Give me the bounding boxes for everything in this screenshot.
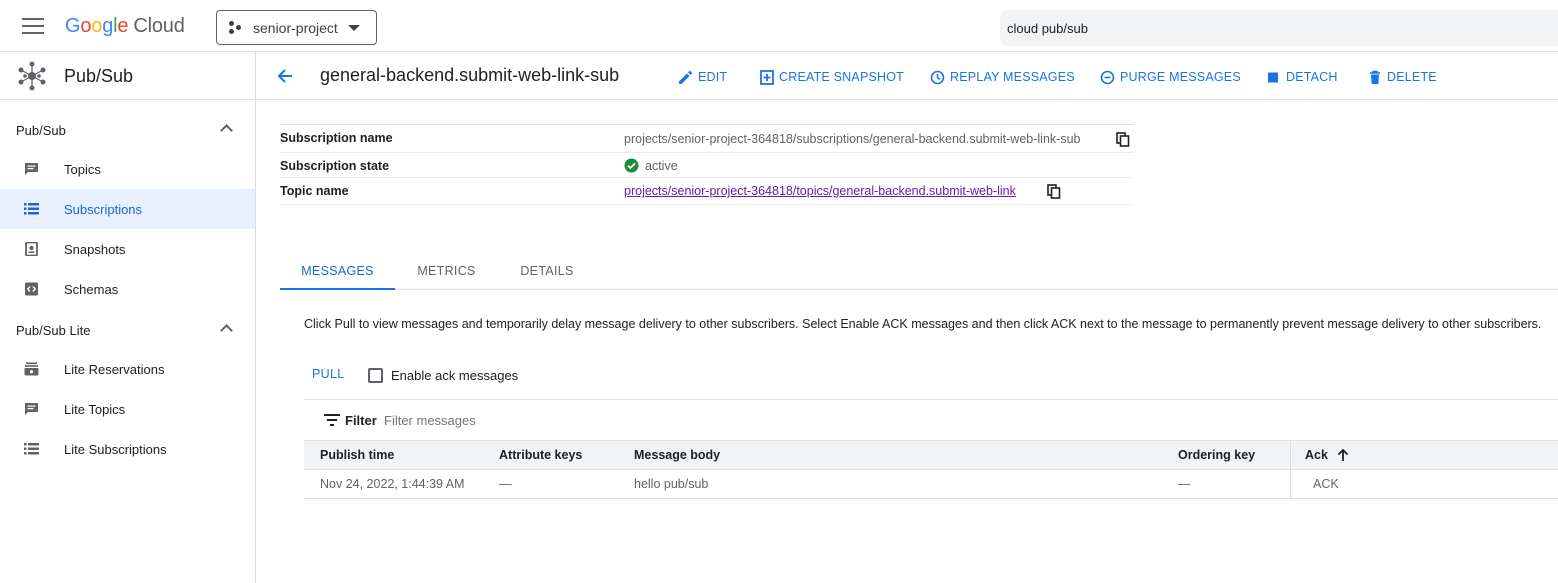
- column-ordering-key[interactable]: Ordering key: [1178, 441, 1255, 469]
- project-name: senior-project: [253, 19, 338, 36]
- project-picker[interactable]: senior-project: [216, 10, 377, 45]
- pubsub-logo-icon: [18, 61, 46, 91]
- filter-bar: Filter: [304, 399, 1558, 440]
- messages-table: Publish time Attribute keys Message body…: [304, 440, 1558, 499]
- ack-button[interactable]: ACK: [1313, 470, 1339, 498]
- sidebar-item-schemas[interactable]: Schemas: [0, 269, 255, 309]
- check-circle-icon: [624, 158, 639, 173]
- sidebar-item-lite-subscriptions[interactable]: Lite Subscriptions: [0, 429, 255, 469]
- ordering-key-cell: —: [1178, 477, 1191, 491]
- sort-arrow-up-icon: [1337, 448, 1349, 461]
- sidebar-item-label: Snapshots: [64, 241, 126, 257]
- topics-icon: [25, 163, 38, 175]
- subscription-name-value: projects/senior-project-364818/subscript…: [624, 132, 1081, 146]
- chevron-up-icon: [220, 124, 233, 137]
- add-snapshot-icon: [760, 69, 774, 85]
- pencil-icon: [679, 70, 693, 84]
- tab-details[interactable]: DETAILS: [498, 252, 596, 290]
- column-message-body[interactable]: Message body: [634, 441, 720, 469]
- enable-ack-label: Enable ack messages: [391, 368, 519, 383]
- search-box[interactable]: [1000, 10, 1558, 46]
- sidebar-item-lite-topics[interactable]: Lite Topics: [0, 389, 255, 429]
- project-icon: [229, 20, 243, 35]
- nav-section-pubsub-lite[interactable]: Pub/Sub Lite: [0, 310, 255, 350]
- page-title: general-backend.submit-web-link-sub: [320, 65, 620, 85]
- chevron-down-icon: [348, 25, 360, 31]
- messages-description: Click Pull to view messages and temporar…: [304, 317, 1542, 331]
- tab-metrics[interactable]: METRICS: [395, 252, 498, 290]
- sidebar-item-label: Lite Reservations: [64, 361, 165, 377]
- column-divider: [1290, 470, 1291, 498]
- sidebar-item-label: Topics: [64, 161, 101, 177]
- sidebar-item-label: Lite Topics: [64, 401, 126, 417]
- column-attribute-keys[interactable]: Attribute keys: [499, 441, 582, 469]
- subscription-state-value: active: [624, 158, 678, 173]
- snapshots-icon: [25, 242, 38, 256]
- table-row: Nov 24, 2022, 1:44:39 AM — hello pub/sub…: [304, 470, 1558, 499]
- filter-icon: [324, 414, 340, 426]
- tab-bar: MESSAGES METRICS DETAILS: [280, 252, 1558, 290]
- create-snapshot-button[interactable]: CREATE SNAPSHOT: [760, 68, 904, 86]
- attribute-keys-cell: —: [499, 477, 512, 491]
- sidebar-item-snapshots[interactable]: Snapshots: [0, 229, 255, 269]
- purge-messages-button[interactable]: PURGE MESSAGES: [1100, 68, 1241, 86]
- schemas-icon: [25, 282, 38, 296]
- filter-label: Filter: [345, 413, 377, 428]
- message-body-cell: hello pub/sub: [634, 477, 709, 491]
- sidebar-item-label: Schemas: [64, 281, 119, 297]
- nav-section-label: Pub/Sub Lite: [16, 322, 91, 338]
- copy-icon[interactable]: [1047, 184, 1061, 199]
- product-header: Pub/Sub: [0, 52, 255, 100]
- back-arrow-icon[interactable]: [275, 66, 295, 86]
- remove-circle-icon: [1100, 70, 1115, 84]
- tab-messages[interactable]: MESSAGES: [280, 252, 395, 290]
- trash-icon: [1370, 70, 1380, 84]
- replay-messages-button[interactable]: REPLAY MESSAGES: [930, 68, 1075, 86]
- enable-ack-checkbox[interactable]: [368, 368, 383, 383]
- lite-subscriptions-icon: [24, 443, 39, 455]
- nav-section-label: Pub/Sub: [16, 122, 66, 138]
- pull-button[interactable]: PULL: [312, 367, 344, 381]
- sidebar: Pub/Sub Pub/Sub Topics Subscriptions Sna…: [0, 52, 256, 583]
- top-bar: Google Cloud senior-project: [0, 0, 1558, 52]
- column-publish-time[interactable]: Publish time: [320, 441, 394, 469]
- lite-reservations-icon: [24, 362, 39, 376]
- subscription-state-row: Subscription state active: [280, 153, 1134, 178]
- topic-name-label: Topic name: [280, 184, 349, 198]
- topic-name-row: Topic name projects/senior-project-36481…: [280, 178, 1134, 205]
- subscription-name-row: Subscription name projects/senior-projec…: [280, 125, 1134, 153]
- subscription-state-label: Subscription state: [280, 159, 390, 173]
- publish-time-cell: Nov 24, 2022, 1:44:39 AM: [320, 477, 465, 491]
- sidebar-item-lite-reservations[interactable]: Lite Reservations: [0, 349, 255, 389]
- subscriptions-icon: [24, 203, 39, 215]
- column-divider: [1290, 441, 1291, 469]
- edit-button[interactable]: EDIT: [678, 68, 727, 86]
- sidebar-item-topics[interactable]: Topics: [0, 149, 255, 189]
- subscription-details: Subscription name projects/senior-projec…: [280, 124, 1134, 205]
- detach-button[interactable]: DETACH: [1266, 68, 1338, 86]
- main-menu-icon[interactable]: [22, 18, 44, 34]
- chevron-up-icon: [220, 324, 233, 337]
- copy-icon[interactable]: [1116, 132, 1130, 147]
- subscription-name-label: Subscription name: [280, 131, 393, 145]
- clock-icon: [930, 70, 945, 84]
- table-header: Publish time Attribute keys Message body…: [304, 440, 1558, 470]
- main-content: general-backend.submit-web-link-sub EDIT…: [256, 52, 1558, 583]
- google-cloud-logo[interactable]: Google Cloud: [65, 15, 185, 38]
- filter-input[interactable]: [384, 408, 984, 432]
- sidebar-item-label: Subscriptions: [64, 201, 143, 217]
- stop-square-icon: [1268, 72, 1278, 82]
- search-input[interactable]: [1000, 10, 1558, 46]
- product-title: Pub/Sub: [64, 66, 134, 86]
- sidebar-item-subscriptions[interactable]: Subscriptions: [0, 189, 255, 229]
- topic-name-link[interactable]: projects/senior-project-364818/topics/ge…: [624, 184, 1016, 198]
- action-bar: general-backend.submit-web-link-sub EDIT…: [256, 52, 1558, 100]
- lite-topics-icon: [25, 403, 38, 415]
- nav-section-pubsub[interactable]: Pub/Sub: [0, 110, 255, 150]
- column-ack[interactable]: Ack: [1305, 441, 1350, 469]
- status-text: active: [645, 158, 678, 173]
- sidebar-item-label: Lite Subscriptions: [64, 441, 167, 457]
- delete-button[interactable]: DELETE: [1368, 68, 1437, 86]
